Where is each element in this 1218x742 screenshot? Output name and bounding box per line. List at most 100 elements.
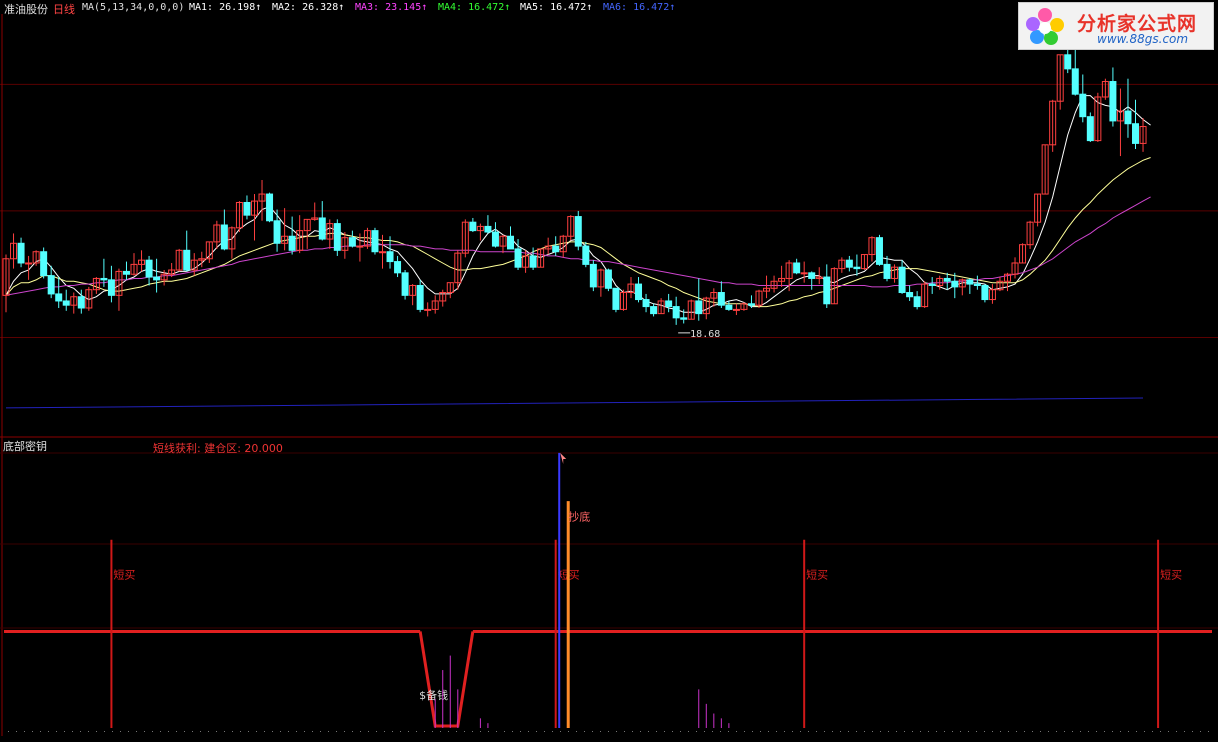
axis-dot [688, 731, 689, 732]
axis-dot [808, 731, 809, 732]
candle-body [943, 277, 951, 282]
axis-dot [88, 731, 89, 732]
candle-body [394, 261, 402, 274]
candle-body [642, 299, 650, 308]
axis-dot [336, 731, 337, 732]
axis-dot [200, 731, 201, 732]
candle-body [100, 277, 108, 281]
axis-dot [560, 731, 561, 732]
axis-dot [664, 731, 665, 732]
axis-dot [392, 731, 393, 732]
axis-dot [136, 731, 137, 732]
axis-dot [984, 731, 985, 732]
axis-dot [328, 731, 329, 732]
prepare-label: $备钱 [419, 688, 448, 702]
short-buy-label: 短买 [806, 567, 828, 581]
ma-legend-item: MA2: 26.328↑ [272, 2, 345, 13]
axis-dot [1048, 731, 1049, 732]
axis-dot [536, 731, 537, 732]
axis-dot [856, 731, 857, 732]
axis-dot [1128, 731, 1129, 732]
axis-dot [232, 731, 233, 732]
candle-body [469, 221, 477, 232]
ma-legend-item: MA6: 16.472↑ [603, 2, 676, 13]
candle-body [484, 225, 492, 233]
axis-dot [368, 731, 369, 732]
candle-body [1086, 116, 1094, 142]
candle-body [379, 251, 386, 254]
axis-dot [152, 731, 153, 732]
axis-dot [584, 731, 585, 732]
axis-dot [112, 731, 113, 732]
candle-body [823, 276, 831, 305]
candle-body [318, 217, 326, 240]
axis-dot [976, 731, 977, 732]
candle-body [25, 262, 33, 265]
axis-dot [272, 731, 273, 732]
ma-legend-item: MA4: 16.472↑ [438, 2, 511, 13]
axis-dot [568, 731, 569, 732]
axis-dot [800, 731, 801, 732]
candle-body [266, 193, 274, 222]
axis-dot [496, 731, 497, 732]
short-buy-label: 短买 [113, 567, 135, 581]
axis-dot [576, 731, 577, 732]
axis-dot [696, 731, 697, 732]
axis-dot [736, 731, 737, 732]
axis-dot [8, 731, 9, 732]
axis-dot [712, 731, 713, 732]
bottom-label: 抄底 [568, 509, 590, 523]
short-buy-label: 短买 [1160, 567, 1182, 581]
axis-dot [384, 731, 385, 732]
candle-body [77, 296, 85, 309]
axis-dot [432, 731, 433, 732]
axis-dot [1088, 731, 1089, 732]
period-label[interactable]: 日线 [53, 1, 75, 17]
axis-dot [776, 731, 777, 732]
candle-body [913, 296, 921, 308]
axis-dot [880, 731, 881, 732]
candle-body [589, 263, 597, 288]
axis-dot [920, 731, 921, 732]
kline-chart[interactable]: 18.68 短买短买短买短买抄底$备钱 [0, 0, 1218, 738]
axis-dot [144, 731, 145, 732]
axis-dot [992, 731, 993, 732]
candle-body [725, 304, 733, 310]
candle-body [1071, 68, 1079, 95]
axis-dot [896, 731, 897, 732]
candle-body [966, 279, 974, 285]
axis-dot [64, 731, 65, 732]
axis-dot [448, 731, 449, 732]
axis-dot [1056, 731, 1057, 732]
candle-body [1079, 93, 1087, 118]
ma-legend-item: MA5: 16.472↑ [520, 2, 593, 13]
ma-legend-item: MA3: 23.145↑ [355, 2, 428, 13]
ma-legend-item: MA1: 26.198↑ [189, 2, 262, 13]
candle-body [906, 292, 914, 298]
axis-dot [960, 731, 961, 732]
axis-dot [176, 731, 177, 732]
candle-body [491, 231, 499, 247]
candle-body [386, 251, 394, 263]
candle-body [356, 245, 364, 248]
candle-body [348, 237, 356, 247]
axis-dot [488, 731, 489, 732]
axis-dot [472, 731, 473, 732]
axis-dot [504, 731, 505, 732]
axis-dot [952, 731, 953, 732]
candle-body [582, 245, 590, 265]
axis-dot [592, 731, 593, 732]
low-price-label: 18.68 [690, 329, 720, 340]
indicator-name[interactable]: 底部密钥 [3, 438, 47, 454]
axis-dot [632, 731, 633, 732]
axis-dot [56, 731, 57, 732]
axis-dot [296, 731, 297, 732]
axis-dot [1144, 731, 1145, 732]
axis-dot [864, 731, 865, 732]
candle-body [853, 266, 861, 270]
axis-dot [216, 731, 217, 732]
candle-body [612, 287, 620, 310]
axis-dot [544, 731, 545, 732]
axis-dot [400, 731, 401, 732]
candle-body [17, 242, 25, 264]
